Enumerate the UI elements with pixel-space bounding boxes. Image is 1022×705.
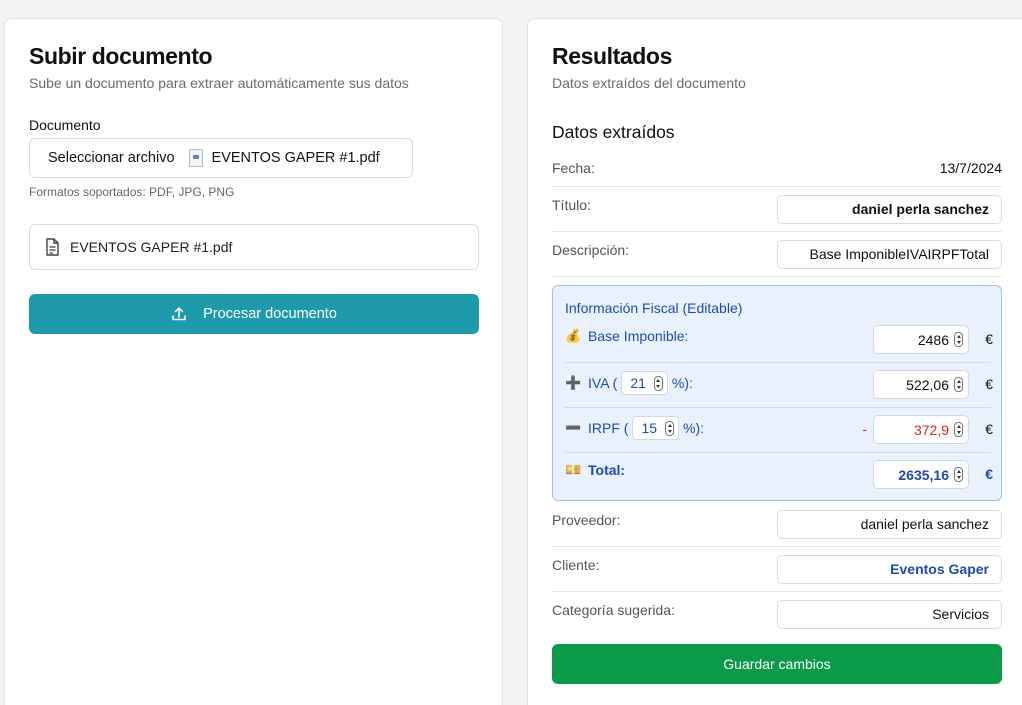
upload-icon bbox=[172, 307, 186, 321]
total-amount-value: 2635,16 bbox=[898, 466, 949, 483]
file-picker[interactable]: Seleccionar archivo EVENTOS GAPER #1.pdf bbox=[29, 138, 413, 178]
document-icon bbox=[46, 238, 59, 256]
cliente-input[interactable]: Eventos Gaper bbox=[777, 555, 1002, 584]
select-file-button[interactable]: Seleccionar archivo bbox=[48, 150, 175, 166]
iva-row: ➕ IVA ( 21 %): 522,06 € bbox=[565, 363, 993, 408]
iva-label-prefix: IVA ( bbox=[588, 375, 618, 391]
base-imponible-input[interactable]: 2486 bbox=[873, 325, 969, 354]
money-bag-icon: 💰 bbox=[565, 328, 582, 343]
stepper-icon[interactable] bbox=[954, 422, 963, 437]
fecha-label: Fecha: bbox=[552, 160, 595, 176]
irpf-percent-value: 15 bbox=[641, 420, 658, 436]
supported-formats-hint: Formatos soportados: PDF, JPG, PNG bbox=[29, 185, 235, 199]
cliente-label: Cliente: bbox=[552, 557, 600, 573]
iva-percent-input[interactable]: 21 bbox=[621, 371, 668, 395]
irpf-amount-input[interactable]: 372,9 bbox=[873, 415, 969, 444]
proveedor-input[interactable]: daniel perla sanchez bbox=[777, 510, 1002, 539]
process-button-label: Procesar documento bbox=[203, 306, 337, 322]
cliente-row: Cliente: Eventos Gaper bbox=[552, 546, 1002, 592]
proveedor-row: Proveedor: daniel perla sanchez bbox=[552, 501, 1002, 547]
upload-card: Subir documento Sube un documento para e… bbox=[4, 18, 503, 705]
fiscal-info-panel: Información Fiscal (Editable) 💰 Base Imp… bbox=[552, 285, 1002, 501]
stepper-icon[interactable] bbox=[653, 375, 663, 391]
upload-subtitle: Sube un documento para extraer automátic… bbox=[29, 75, 409, 91]
process-document-button[interactable]: Procesar documento bbox=[29, 294, 479, 334]
titulo-row: Título: daniel perla sanchez bbox=[552, 187, 1002, 232]
currency-symbol: € bbox=[985, 421, 993, 437]
descripcion-input[interactable]: Base ImponibleIVAIRPFTotal bbox=[777, 240, 1002, 269]
base-imponible-row: 💰 Base Imponible: 2486 € bbox=[565, 318, 993, 363]
upload-title: Subir documento bbox=[29, 43, 213, 69]
total-amount-input[interactable]: 2635,16 bbox=[873, 460, 969, 489]
proveedor-label: Proveedor: bbox=[552, 512, 621, 528]
selected-file-name: EVENTOS GAPER #1.pdf bbox=[211, 150, 380, 166]
stepper-icon[interactable] bbox=[954, 377, 963, 392]
results-subtitle: Datos extraídos del documento bbox=[552, 75, 746, 91]
iva-amount-value: 522,06 bbox=[906, 376, 949, 393]
minus-icon: ➖ bbox=[565, 420, 582, 435]
stepper-icon[interactable] bbox=[665, 420, 675, 436]
categoria-row: Categoría sugerida: Servicios bbox=[552, 591, 1002, 637]
total-row: 💴 Total: 2635,16 € bbox=[565, 453, 993, 498]
currency-symbol: € bbox=[985, 466, 993, 482]
categoria-label: Categoría sugerida: bbox=[552, 602, 675, 618]
titulo-input[interactable]: daniel perla sanchez bbox=[777, 195, 1002, 224]
stepper-icon[interactable] bbox=[954, 467, 963, 482]
document-label: Documento bbox=[29, 117, 101, 133]
base-imponible-value: 2486 bbox=[917, 331, 949, 348]
irpf-label-suffix: %): bbox=[683, 420, 705, 436]
fiscal-info-title: Información Fiscal (Editable) bbox=[565, 300, 743, 316]
titulo-label: Título: bbox=[552, 197, 591, 213]
results-card: Resultados Datos extraídos del documento… bbox=[527, 18, 1022, 705]
total-label: Total: bbox=[588, 462, 626, 478]
irpf-row: ➖ IRPF ( 15 %): - 372,9 € bbox=[565, 408, 993, 453]
descripcion-label: Descripción: bbox=[552, 242, 630, 258]
iva-percent-value: 21 bbox=[630, 375, 646, 391]
uploaded-file-name: EVENTOS GAPER #1.pdf bbox=[70, 239, 233, 255]
plus-icon: ➕ bbox=[565, 375, 582, 390]
irpf-amount-value: 372,9 bbox=[913, 421, 949, 438]
iva-amount-input[interactable]: 522,06 bbox=[873, 370, 969, 399]
iva-label-suffix: %): bbox=[671, 375, 693, 391]
fecha-row: Fecha: 13/7/2024 bbox=[552, 157, 1002, 187]
currency-symbol: € bbox=[985, 331, 993, 347]
extracted-data-heading: Datos extraídos bbox=[552, 122, 675, 142]
save-changes-button[interactable]: Guardar cambios bbox=[552, 644, 1002, 684]
irpf-label-prefix: IRPF ( bbox=[588, 420, 629, 436]
stepper-icon[interactable] bbox=[954, 332, 963, 347]
uploaded-file-item: EVENTOS GAPER #1.pdf bbox=[29, 224, 479, 270]
irpf-percent-input[interactable]: 15 bbox=[632, 416, 680, 440]
fecha-value: 13/7/2024 bbox=[939, 160, 1002, 176]
descripcion-row: Descripción: Base ImponibleIVAIRPFTotal bbox=[552, 232, 1002, 277]
money-bill-icon: 💴 bbox=[565, 462, 582, 477]
pdf-file-icon bbox=[188, 149, 203, 167]
irpf-negative-sign: - bbox=[862, 421, 867, 437]
base-imponible-label: Base Imponible: bbox=[588, 328, 689, 344]
categoria-input[interactable]: Servicios bbox=[777, 600, 1002, 629]
currency-symbol: € bbox=[985, 376, 993, 392]
results-title: Resultados bbox=[552, 43, 672, 69]
